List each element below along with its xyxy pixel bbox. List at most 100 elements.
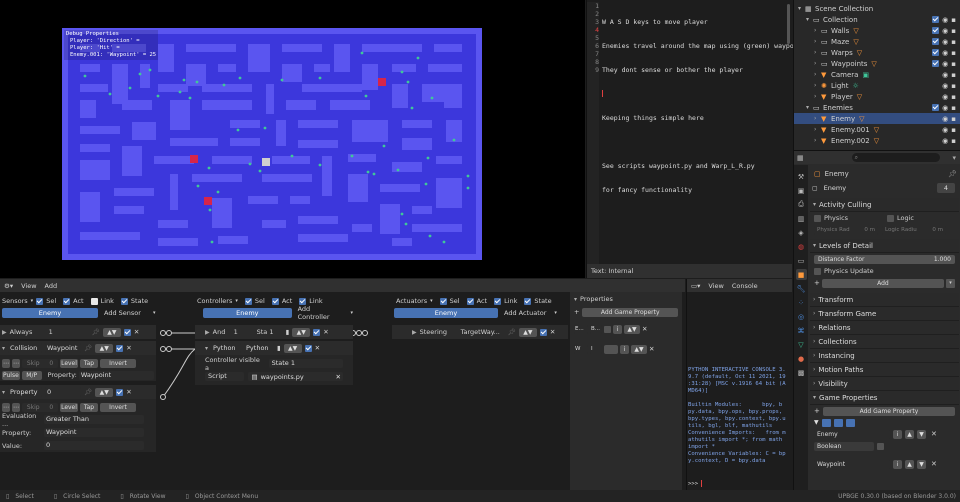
sensor-active-checkbox[interactable] [123, 328, 131, 336]
prop-type-dropdown[interactable]: I [590, 344, 602, 354]
act-checkbox[interactable] [466, 297, 474, 305]
sensor-active-checkbox[interactable] [116, 388, 124, 396]
exclude-checkbox[interactable] [932, 49, 940, 56]
outliner-item[interactable]: › ▭ Waypoints ▽ ◉ ▪ [794, 58, 960, 69]
section-lod[interactable]: ▾ Levels of Detail [810, 239, 959, 253]
state-checkbox[interactable] [524, 297, 532, 305]
sel-checkbox[interactable] [36, 297, 44, 305]
collapse-icon[interactable]: ▾ [205, 345, 208, 352]
outliner-item[interactable]: › ▭ Walls ▽ ◉ ▪ [794, 25, 960, 36]
controller-object-button[interactable]: Enemy [203, 308, 292, 318]
remove-icon[interactable]: ✕ [642, 325, 647, 333]
options-icon[interactable]: ▾ [952, 154, 956, 162]
pin-icon[interactable]: 📌︎ [84, 388, 92, 396]
tap-button[interactable]: Tap [80, 358, 98, 368]
eye-icon[interactable]: ◉ [942, 93, 948, 101]
sel-checkbox[interactable] [244, 297, 252, 305]
script-type-dropdown[interactable]: Script [205, 372, 245, 381]
eye-icon[interactable]: ◉ [942, 104, 948, 112]
camera-render-icon[interactable]: ▪ [951, 82, 956, 90]
move-up-icon[interactable]: ▲ [905, 459, 914, 469]
props-search-field[interactable]: ⌕ [851, 153, 940, 162]
controller-type-dropdown[interactable]: Python [211, 343, 242, 353]
info-icon[interactable]: i [620, 344, 629, 354]
sensor-name-field[interactable]: 0 [45, 387, 82, 397]
pulse-true-icon[interactable]: ⋯ [2, 358, 10, 368]
tool-icon[interactable]: ⚒ [796, 171, 807, 182]
physics-update-checkbox[interactable] [814, 267, 821, 275]
camera-render-icon[interactable]: ▪ [951, 27, 956, 35]
game-prop-value-checkbox[interactable] [877, 442, 884, 450]
outliner-item[interactable]: › ▭ Maze ▽ ◉ ▪ [794, 36, 960, 47]
camera-render-icon[interactable]: ▪ [951, 60, 956, 68]
expand-icon[interactable]: ▶ [412, 329, 417, 336]
game-prop-type-field[interactable]: Boolean [814, 441, 874, 451]
move-up-icon[interactable]: ▲ [905, 429, 914, 439]
link-checkbox[interactable] [90, 297, 98, 305]
editor-type-icon[interactable]: ⚙︎▾ [4, 282, 13, 290]
expand-icon[interactable]: › [814, 38, 821, 45]
scene-icon[interactable]: ◈ [796, 227, 807, 238]
info-icon[interactable]: i [893, 429, 902, 439]
value-field[interactable]: 0 [44, 441, 144, 450]
expand-icon[interactable]: › [814, 93, 821, 100]
expand-icon[interactable]: ▶ [2, 329, 7, 336]
eye-icon[interactable]: ◉ [942, 16, 948, 24]
outliner[interactable]: ▾ ▦ Scene Collection ▾ ▭ Collection ◉ ▪ › ▭ Walls ▽… [793, 0, 960, 150]
menu-add[interactable]: Add [45, 282, 58, 290]
controller-type-label[interactable]: And [213, 328, 231, 336]
eye-icon[interactable]: ◉ [942, 137, 948, 145]
tap-button[interactable]: Tap [80, 402, 98, 412]
expand-icon[interactable]: › [814, 49, 821, 56]
eye-icon[interactable]: ◉ [942, 126, 948, 134]
bookmark-icon[interactable]: ▮ [277, 344, 281, 352]
sensor-type-label[interactable]: Always [10, 328, 46, 336]
camera-render-icon[interactable]: ▪ [951, 16, 956, 24]
move-arrows[interactable]: ▲▼ [624, 324, 640, 334]
pin-icon[interactable]: 📌︎ [508, 328, 516, 336]
exclude-checkbox[interactable] [932, 38, 940, 45]
prop-value-checkbox[interactable] [604, 325, 611, 333]
text-editor[interactable]: 1 2 3 4 5 6 7 8 9 W A S D keys to move p… [586, 0, 809, 278]
sensor-type-dropdown[interactable]: Property [8, 387, 43, 397]
constraints-icon[interactable]: ⌘ [796, 325, 807, 336]
menu-console[interactable]: Console [732, 282, 758, 290]
section-instancing[interactable]: › Instancing [810, 349, 959, 363]
particles-icon[interactable]: ⁘ [796, 297, 807, 308]
outliner-item[interactable]: › ▼ Enemy.001 ▽ ◉ ▪ [794, 124, 960, 135]
visibility-toggle-icon[interactable] [821, 418, 831, 427]
expand-icon[interactable]: ▶ [205, 329, 210, 336]
remove-icon[interactable]: ✕ [931, 460, 937, 468]
properties-editor[interactable]: ▦ ⌕ ▾ ⚒ ▣ ⎙ ▥ ◈ ◍ ▭ ■ 🔧︎ ⁘ ◎ ⌘ ▽ ● ▩ ▢ Enemy 📌︎ ▢ Enem… [793, 150, 960, 491]
clear-icon[interactable]: ✕ [336, 373, 341, 381]
add-game-property-button[interactable]: Add Game Property [822, 406, 955, 416]
pulse-true-icon[interactable]: ⋯ [2, 402, 10, 412]
sensor-name-field[interactable]: Waypoint [45, 343, 82, 353]
controller-active-checkbox[interactable] [304, 344, 312, 352]
section-visibility[interactable]: › Visibility [810, 377, 959, 391]
eye-icon[interactable]: ◉ [942, 82, 948, 90]
expand-icon[interactable]: › [814, 115, 821, 122]
actuator-type-label[interactable]: Steering [420, 328, 458, 336]
act-checkbox[interactable] [63, 297, 71, 305]
sensor-object-button[interactable]: Enemy [2, 308, 98, 318]
eye-icon[interactable]: ◉ [942, 49, 948, 57]
outliner-item[interactable]: › ▭ Warps ▽ ◉ ▪ [794, 47, 960, 58]
add-lod-button[interactable]: Add [821, 278, 944, 288]
game-viewport[interactable]: Debug Properties Player: 'Direction' = P… [0, 0, 585, 278]
lock-toggle-icon[interactable] [845, 418, 855, 427]
section-collections[interactable]: › Collections [810, 335, 959, 349]
remove-icon[interactable]: ✕ [134, 328, 139, 336]
section-transform-game[interactable]: › Transform Game [810, 307, 959, 321]
move-arrows[interactable]: ▲▼ [95, 387, 114, 397]
text-content[interactable]: W A S D keys to move player Enemies trav… [602, 2, 809, 210]
collection-icon[interactable]: ▭ [796, 255, 807, 266]
script-field[interactable]: ▤ waypoints.py ✕ [248, 372, 343, 381]
physics-radius-field[interactable]: Physics Rad 0 m [814, 225, 878, 235]
controller-active-checkbox[interactable] [313, 328, 321, 336]
move-arrows[interactable]: ▲▼ [292, 327, 311, 337]
remove-icon[interactable]: ✕ [126, 388, 131, 396]
dropdown-icon[interactable]: ▾ [946, 278, 955, 288]
console-prompt[interactable]: >>> [688, 480, 703, 487]
link-checkbox[interactable] [299, 297, 307, 305]
